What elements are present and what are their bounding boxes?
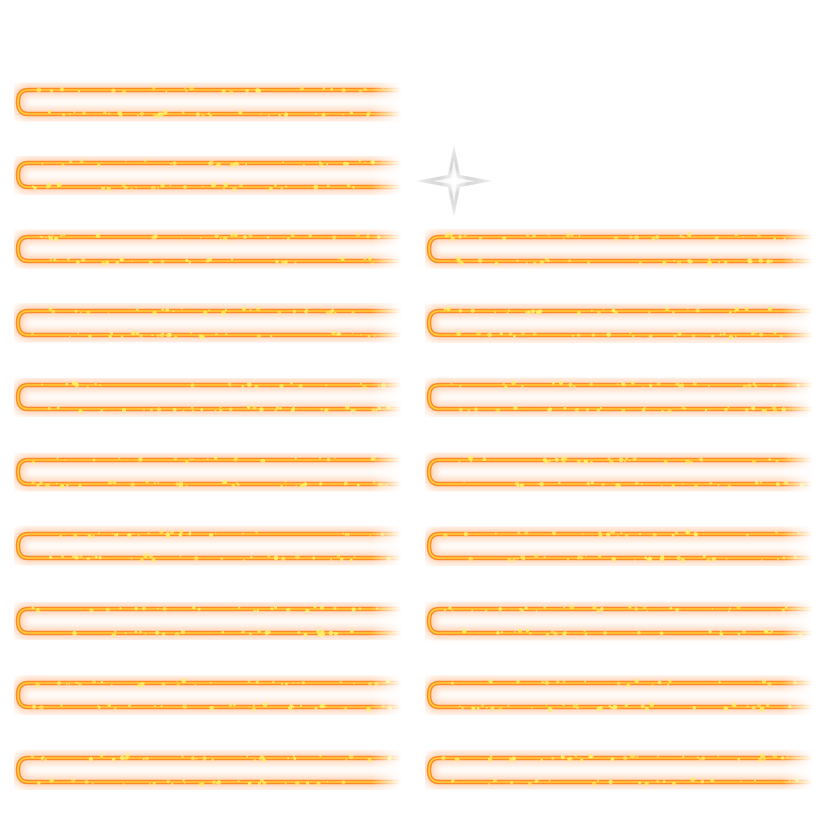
- fire-loop-frame: [422, 453, 813, 491]
- fire-loop-frame: [11, 83, 402, 121]
- fire-loop-shape: [422, 677, 813, 713]
- fire-loop-frame: [422, 676, 813, 714]
- fire-loop-frame: [422, 230, 813, 268]
- fire-loop-shape: [422, 231, 813, 267]
- fire-loop-shape: [11, 157, 402, 193]
- fire-loop-frame: [422, 751, 813, 789]
- fire-loop-frame: [422, 527, 813, 565]
- fire-loop-frame: [11, 602, 402, 640]
- fire-loop-frame: [422, 378, 813, 416]
- fire-loop-frame: [422, 602, 813, 640]
- fire-loop-frame: [11, 378, 402, 416]
- fire-loop-shape: [422, 305, 813, 341]
- fire-loop-shape: [11, 84, 402, 120]
- fire-loop-shape: [422, 454, 813, 490]
- sprite-sheet: [0, 0, 822, 820]
- fire-loop-shape: [11, 603, 402, 639]
- fire-loop-frame: [11, 751, 402, 789]
- fire-loop-frame: [11, 230, 402, 268]
- fire-loop-shape: [11, 231, 402, 267]
- fire-loop-shape: [422, 752, 813, 788]
- fire-loop-frame: [11, 527, 402, 565]
- fire-loop-shape: [11, 454, 402, 490]
- left-column: [11, 0, 402, 820]
- fire-loop-frame: [11, 156, 402, 194]
- fire-loop-shape: [422, 603, 813, 639]
- fire-loop-shape: [422, 528, 813, 564]
- right-column: [422, 0, 813, 820]
- fire-loop-shape: [11, 752, 402, 788]
- fire-loop-frame: [11, 676, 402, 714]
- fire-loop-frame: [422, 304, 813, 342]
- fire-loop-shape: [11, 677, 402, 713]
- fire-loop-shape: [11, 305, 402, 341]
- fire-loop-shape: [11, 379, 402, 415]
- fire-loop-shape: [11, 528, 402, 564]
- fire-loop-frame: [11, 453, 402, 491]
- fire-loop-shape: [422, 379, 813, 415]
- fire-loop-frame: [11, 304, 402, 342]
